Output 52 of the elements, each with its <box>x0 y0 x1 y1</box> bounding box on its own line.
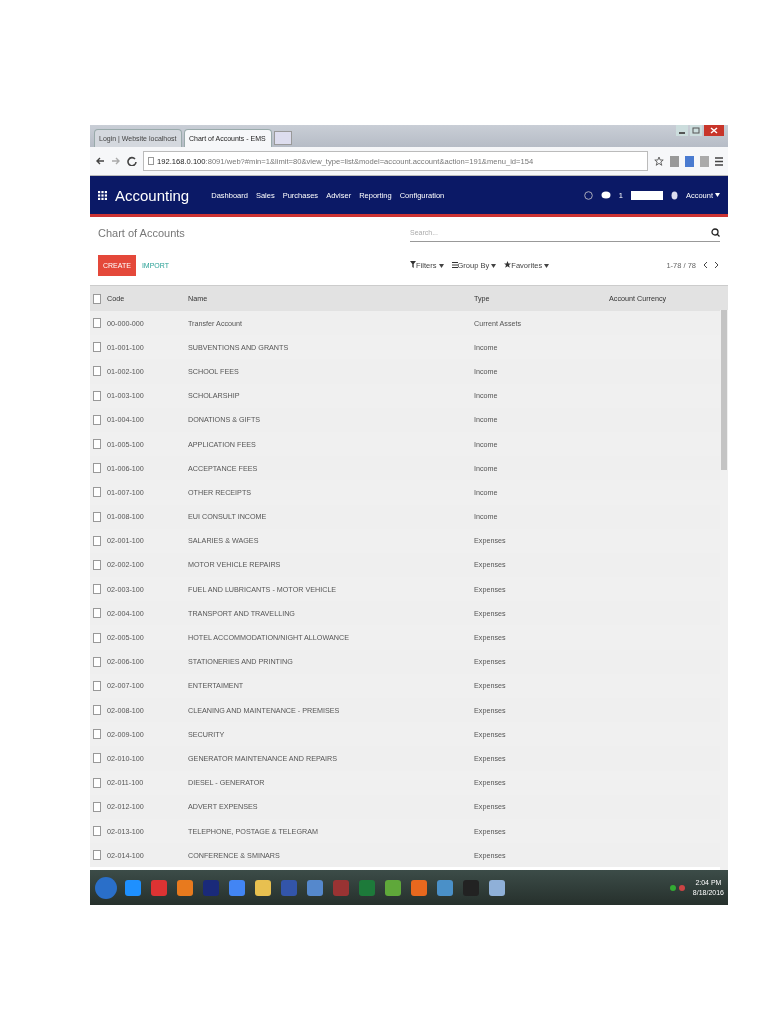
checkbox[interactable] <box>93 705 101 716</box>
caret-icon <box>438 263 444 268</box>
user-name-box <box>630 190 663 200</box>
caret-icon <box>715 193 720 197</box>
checkbox[interactable] <box>93 342 101 353</box>
previous-icon[interactable] <box>702 261 708 269</box>
back-arrow-icon[interactable] <box>95 156 105 166</box>
checkbox[interactable] <box>93 826 101 837</box>
star-icon <box>504 260 512 268</box>
caret-icon <box>544 263 550 268</box>
caret-icon <box>491 263 497 268</box>
chat-icon[interactable] <box>600 190 611 200</box>
app-title: Accounting <box>115 186 190 204</box>
maximize-icon[interactable] <box>690 125 702 136</box>
checkbox[interactable] <box>93 487 101 498</box>
checkbox[interactable] <box>93 318 101 329</box>
checkbox[interactable] <box>93 439 101 450</box>
checkbox[interactable] <box>93 680 101 691</box>
avatar-icon[interactable] <box>670 190 678 200</box>
menu-icon[interactable] <box>715 156 723 166</box>
list-icon <box>451 261 458 268</box>
reload-icon[interactable] <box>127 156 137 166</box>
funnel-icon <box>410 260 416 268</box>
checkbox[interactable] <box>93 511 101 522</box>
checkbox[interactable] <box>93 463 101 474</box>
checkbox[interactable] <box>93 801 101 812</box>
checkbox[interactable] <box>93 729 101 740</box>
checkbox[interactable] <box>93 366 101 377</box>
clock-icon[interactable] <box>583 190 593 200</box>
scrollbar[interactable] <box>720 310 728 870</box>
checkbox[interactable] <box>93 584 101 595</box>
next-icon[interactable] <box>714 261 720 269</box>
breadcrumb: Chart of Accounts <box>98 226 185 239</box>
close-icon[interactable] <box>704 125 724 136</box>
checkbox[interactable] <box>93 777 101 788</box>
checkbox[interactable] <box>93 390 101 401</box>
forward-arrow-icon[interactable] <box>111 156 121 166</box>
new-tab-button[interactable] <box>274 131 292 145</box>
checkbox[interactable] <box>93 656 101 667</box>
apps-grid-icon[interactable] <box>98 190 107 200</box>
checkbox[interactable] <box>93 608 101 619</box>
checkbox[interactable] <box>93 850 101 861</box>
search-icon[interactable] <box>711 227 720 237</box>
checkbox[interactable] <box>93 559 101 570</box>
checkbox[interactable] <box>93 414 101 425</box>
star-icon[interactable] <box>654 155 664 167</box>
checkbox[interactable] <box>93 293 101 304</box>
checkbox[interactable] <box>93 632 101 643</box>
checkbox[interactable] <box>93 535 101 546</box>
start-button-icon[interactable] <box>94 875 118 900</box>
minimize-icon[interactable] <box>676 125 688 136</box>
checkbox[interactable] <box>93 753 101 764</box>
